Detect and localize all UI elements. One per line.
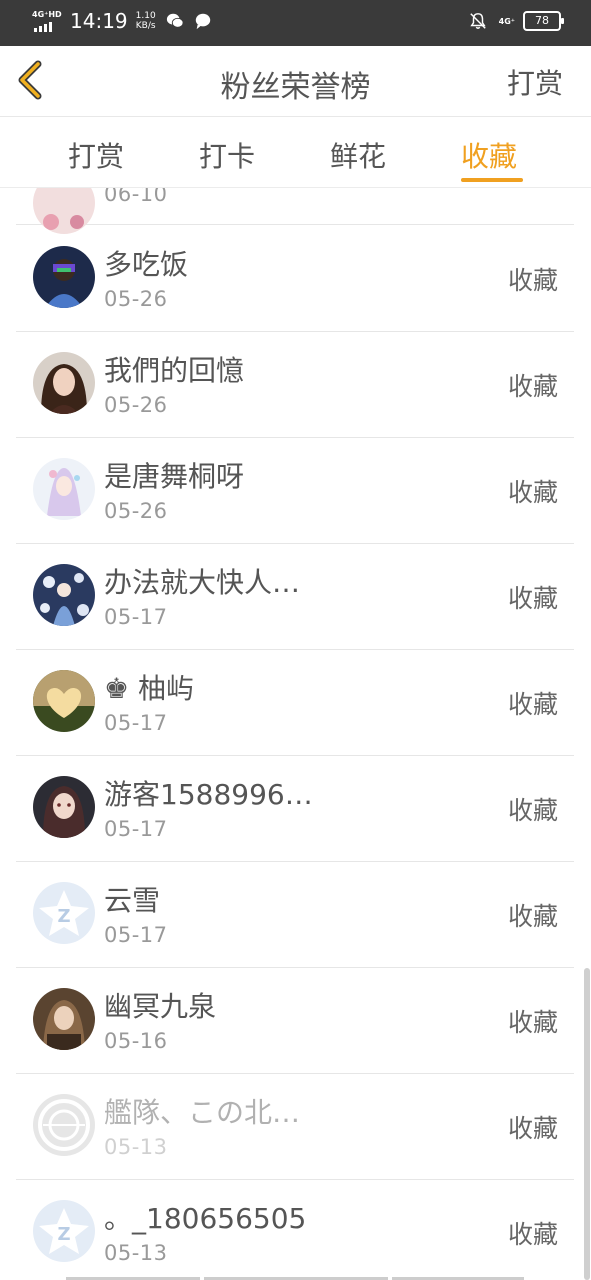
list-item[interactable]: 艦隊、この北… 05-13 收藏 — [16, 1073, 574, 1180]
list-item[interactable]: 幽冥九泉 05-16 收藏 — [16, 967, 574, 1074]
avatar — [33, 1094, 95, 1156]
action-label: 收藏 — [507, 1220, 558, 1249]
list-item[interactable]: 我們的回憶 05-26 收藏 — [16, 331, 574, 438]
fan-date: 05-26 — [104, 393, 168, 417]
network-type-right: 4G⁺ — [498, 16, 515, 26]
battery-icon: 78 — [523, 11, 564, 31]
list-item[interactable]: 办法就大快人… 05-17 收藏 — [16, 543, 574, 650]
tab-bar: 打赏 打卡 鲜花 收藏 — [0, 117, 591, 188]
fan-name: 艦隊、この北… — [104, 1096, 301, 1129]
avatar — [33, 352, 95, 414]
list-item[interactable]: 是唐舞桐呀 05-26 收藏 — [16, 437, 574, 544]
action-label: 收藏 — [507, 372, 558, 401]
tab-checkin[interactable]: 打卡 — [199, 135, 255, 175]
header-bar: 粉丝荣誉榜 打赏 — [0, 46, 591, 117]
clock: 14:19 — [70, 9, 128, 33]
svg-text:Z: Z — [57, 1224, 70, 1245]
reward-link[interactable]: 打赏 — [507, 62, 563, 102]
action-label: 收藏 — [507, 1008, 558, 1037]
fan-name: 办法就大快人… — [104, 566, 301, 599]
fan-date: 05-17 — [104, 817, 168, 841]
speed-unit: KB/s — [135, 21, 156, 31]
fan-date: 05-17 — [104, 923, 168, 947]
fan-date: 05-26 — [104, 287, 168, 311]
action-label: 收藏 — [507, 584, 558, 613]
avatar — [33, 988, 95, 1050]
fan-name: 多吃饭 — [104, 248, 189, 281]
avatar — [33, 246, 95, 308]
avatar: Z — [33, 882, 95, 944]
wechat-icon — [166, 13, 184, 28]
scrollbar[interactable] — [584, 968, 590, 1280]
network-type-label: 4G⁺HD — [32, 10, 62, 19]
fan-date: 05-13 — [104, 1241, 168, 1265]
svg-text:Z: Z — [57, 906, 70, 927]
fan-name: 幽冥九泉 — [104, 990, 217, 1023]
list-item[interactable]: 多吃饭 05-26 收藏 — [16, 225, 574, 332]
avatar — [33, 776, 95, 838]
fan-date: 05-17 — [104, 711, 168, 735]
battery-level: 78 — [535, 14, 549, 27]
fan-name: 游客1588996… — [104, 778, 313, 811]
tab-flowers[interactable]: 鲜花 — [330, 135, 386, 175]
fan-name: 。_180656505 — [104, 1202, 307, 1235]
action-label: 收藏 — [507, 902, 558, 931]
active-tab-indicator — [461, 178, 523, 182]
fan-date: 05-16 — [104, 1029, 168, 1053]
fan-name: 是唐舞桐呀 — [104, 460, 245, 493]
bell-muted-icon — [469, 13, 486, 29]
avatar — [33, 564, 95, 626]
fan-name: ♚ 柚屿 — [104, 672, 195, 705]
action-label: 收藏 — [507, 690, 558, 719]
fan-date: 05-17 — [104, 605, 168, 629]
fan-name: 我們的回憶 — [104, 354, 245, 387]
list-item[interactable]: ♚ 柚屿 05-17 收藏 — [16, 649, 574, 756]
speed-value: 1.10 — [135, 11, 156, 21]
network-speed: 1.10 KB/s — [136, 11, 156, 31]
fans-list[interactable]: 06-10 多吃饭 05-26 收藏 我們的回憶 05-26 收藏 是唐舞桐呀 … — [0, 118, 591, 1280]
action-label: 收藏 — [507, 478, 558, 507]
status-bar: 4G⁺HD 14:19 1.10 KB/s 4G⁺ 78 — [0, 0, 591, 46]
fan-name: 云雪 — [104, 884, 161, 917]
list-item[interactable]: Z 云雪 05-17 收藏 — [16, 861, 574, 968]
fan-date: 05-26 — [104, 499, 168, 523]
fan-date: 05-13 — [104, 1135, 168, 1159]
list-item[interactable]: Z 。_180656505 05-13 收藏 — [16, 1179, 574, 1280]
action-label: 收藏 — [507, 266, 558, 295]
list-item[interactable]: 游客1588996… 05-17 收藏 — [16, 755, 574, 862]
signal-icon: 4G⁺HD — [32, 8, 64, 34]
avatar — [33, 670, 95, 732]
page-title: 粉丝荣誉榜 — [220, 70, 371, 105]
tab-favorites[interactable]: 收藏 — [461, 135, 517, 175]
tab-reward[interactable]: 打赏 — [68, 135, 124, 175]
action-label: 收藏 — [507, 1114, 558, 1143]
action-label: 收藏 — [507, 796, 558, 825]
avatar: Z — [33, 1200, 95, 1262]
avatar — [33, 458, 95, 520]
message-icon — [195, 13, 210, 30]
